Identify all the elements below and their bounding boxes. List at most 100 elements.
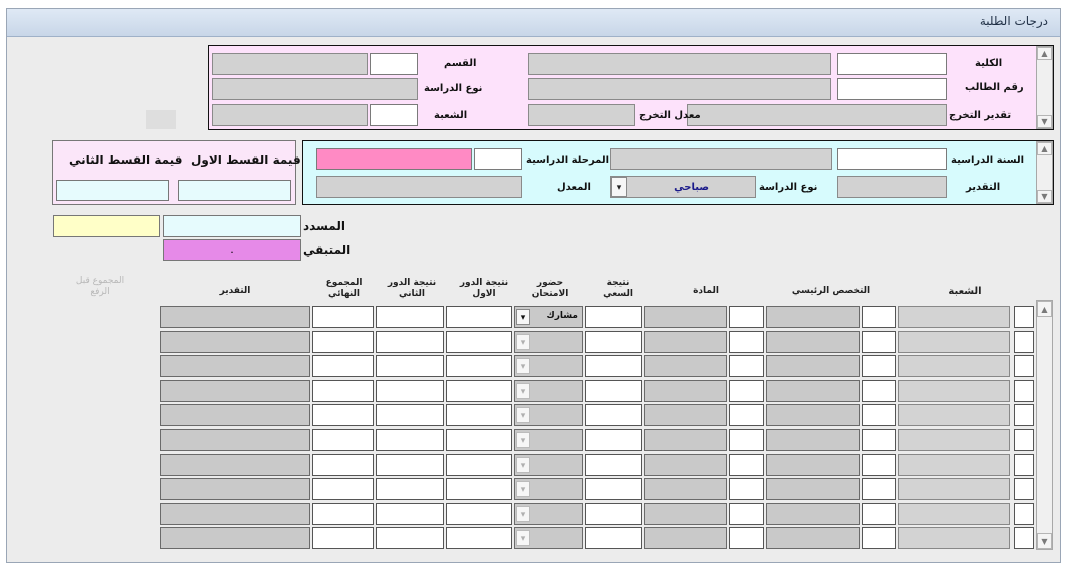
cell-second-round[interactable] (376, 404, 444, 426)
cell-grade[interactable] (160, 429, 310, 451)
cell-second-round[interactable] (376, 355, 444, 377)
year-info-field[interactable] (610, 148, 832, 170)
cell-main-spec-code[interactable] (862, 429, 896, 451)
cell-subject-code[interactable] (729, 331, 764, 353)
cell-final-total[interactable] (312, 355, 374, 377)
cell-subject-code[interactable] (729, 355, 764, 377)
dropdown-arrow-icon[interactable]: ▾ (516, 432, 530, 448)
cell-effort[interactable] (585, 454, 642, 476)
cell-branch-code[interactable] (1014, 527, 1034, 549)
cell-main-spec-code[interactable] (862, 454, 896, 476)
dropdown-arrow-icon[interactable]: ▾ (516, 457, 530, 473)
scroll-up-icon[interactable]: ▲ (1037, 301, 1052, 317)
scroll-down-icon[interactable]: ▼ (1037, 533, 1052, 549)
cell-second-round[interactable] (376, 454, 444, 476)
cell-subject-code[interactable] (729, 478, 764, 500)
cell-main-spec-code[interactable] (862, 306, 896, 328)
cell-branch[interactable] (898, 404, 1010, 426)
cell-branch-code[interactable] (1014, 355, 1034, 377)
cell-subject[interactable] (644, 478, 727, 500)
cell-subject[interactable] (644, 454, 727, 476)
cell-first-round[interactable] (446, 380, 512, 402)
paid-extra-field[interactable] (53, 215, 160, 237)
cell-main-spec[interactable] (766, 331, 860, 353)
stage-code-field[interactable] (474, 148, 522, 170)
cell-final-total[interactable] (312, 503, 374, 525)
cell-final-total[interactable] (312, 527, 374, 549)
cell-first-round[interactable] (446, 527, 512, 549)
scroll-up-icon[interactable]: ▲ (1037, 47, 1052, 60)
department-code-field[interactable] (370, 53, 418, 75)
scroll-up-icon[interactable]: ▲ (1037, 142, 1052, 155)
cell-main-spec[interactable] (766, 380, 860, 402)
cell-second-round[interactable] (376, 306, 444, 328)
cell-attendance[interactable]: ▾ (514, 478, 583, 500)
student-name-field[interactable] (528, 53, 831, 75)
cell-branch[interactable] (898, 331, 1010, 353)
cell-second-round[interactable] (376, 527, 444, 549)
cell-grade[interactable] (160, 404, 310, 426)
cell-branch[interactable] (898, 478, 1010, 500)
cell-attendance[interactable]: ▾ (514, 454, 583, 476)
year-grade-field[interactable] (837, 176, 947, 198)
cell-effort[interactable] (585, 478, 642, 500)
paid-field[interactable] (163, 215, 301, 237)
cell-final-total[interactable] (312, 404, 374, 426)
first-installment-field[interactable] (178, 180, 291, 201)
cell-second-round[interactable] (376, 331, 444, 353)
cell-grade[interactable] (160, 331, 310, 353)
cell-subject-code[interactable] (729, 306, 764, 328)
cell-main-spec-code[interactable] (862, 331, 896, 353)
cell-main-spec-code[interactable] (862, 380, 896, 402)
stage-name-field[interactable] (316, 148, 472, 170)
second-installment-field[interactable] (56, 180, 169, 201)
cell-effort[interactable] (585, 503, 642, 525)
cell-subject[interactable] (644, 429, 727, 451)
cell-subject[interactable] (644, 331, 727, 353)
cell-subject[interactable] (644, 306, 727, 328)
cell-effort[interactable] (585, 306, 642, 328)
cell-subject-code[interactable] (729, 503, 764, 525)
cell-branch-code[interactable] (1014, 429, 1034, 451)
cell-branch[interactable] (898, 503, 1010, 525)
cell-branch-code[interactable] (1014, 478, 1034, 500)
study-year-field[interactable] (837, 148, 947, 170)
college-field[interactable] (837, 53, 947, 75)
study-type-field[interactable] (212, 78, 418, 100)
dropdown-arrow-icon[interactable]: ▾ (516, 530, 530, 546)
cell-branch[interactable] (898, 429, 1010, 451)
cell-subject-code[interactable] (729, 454, 764, 476)
student-info-field[interactable] (528, 78, 831, 100)
cell-attendance[interactable]: ▾ (514, 429, 583, 451)
cell-effort[interactable] (585, 331, 642, 353)
cell-subject[interactable] (644, 355, 727, 377)
cell-final-total[interactable] (312, 331, 374, 353)
scroll-down-icon[interactable]: ▼ (1037, 115, 1052, 128)
cell-grade[interactable] (160, 454, 310, 476)
cell-first-round[interactable] (446, 478, 512, 500)
cell-main-spec[interactable] (766, 454, 860, 476)
cell-branch[interactable] (898, 454, 1010, 476)
student-panel-scrollbar[interactable]: ▲ ▼ (1036, 46, 1053, 129)
cell-final-total[interactable] (312, 478, 374, 500)
cell-second-round[interactable] (376, 380, 444, 402)
grid-scrollbar[interactable]: ▲ ▼ (1036, 300, 1053, 550)
cell-main-spec[interactable] (766, 404, 860, 426)
cell-main-spec-code[interactable] (862, 404, 896, 426)
branch-code-field[interactable] (370, 104, 418, 126)
cell-final-total[interactable] (312, 380, 374, 402)
cell-subject-code[interactable] (729, 380, 764, 402)
dropdown-arrow-icon[interactable]: ▾ (516, 407, 530, 423)
cell-effort[interactable] (585, 429, 642, 451)
cell-first-round[interactable] (446, 404, 512, 426)
cell-second-round[interactable] (376, 503, 444, 525)
cell-effort[interactable] (585, 355, 642, 377)
cell-first-round[interactable] (446, 331, 512, 353)
dropdown-arrow-icon[interactable]: ▾ (516, 506, 530, 522)
cell-grade[interactable] (160, 306, 310, 328)
cell-final-total[interactable] (312, 454, 374, 476)
cell-attendance[interactable]: ▾ (514, 331, 583, 353)
cell-branch[interactable] (898, 355, 1010, 377)
dropdown-arrow-icon[interactable]: ▾ (516, 358, 530, 374)
cell-main-spec[interactable] (766, 429, 860, 451)
